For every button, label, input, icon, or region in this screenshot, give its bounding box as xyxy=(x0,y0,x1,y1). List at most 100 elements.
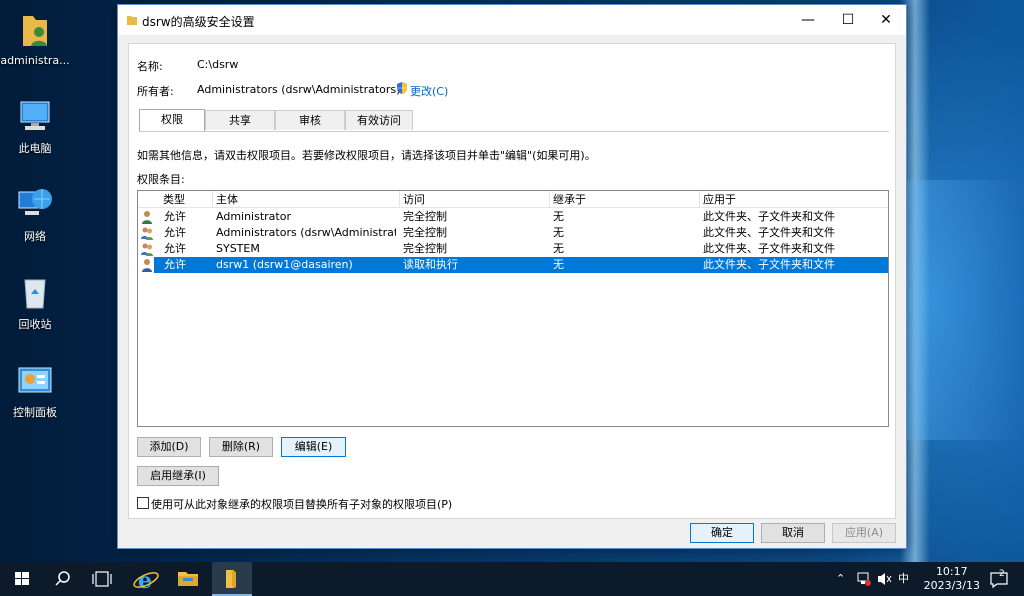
row-access: 完全控制 xyxy=(403,210,447,223)
action-center-button[interactable]: 2 xyxy=(988,562,1012,596)
window-title: dsrw的高级安全设置 xyxy=(142,15,255,29)
change-owner-link[interactable]: 更改(C) xyxy=(410,83,448,99)
column-header-applies-to[interactable]: 应用于 xyxy=(700,191,888,208)
chevron-up-icon: ⌃ xyxy=(836,572,846,585)
close-button[interactable]: ✕ xyxy=(866,5,906,35)
taskbar-file-explorer[interactable] xyxy=(168,562,208,596)
control-panel-icon xyxy=(15,360,55,400)
desktop-icon-label: 回收站 xyxy=(18,318,52,331)
row-principal: dsrw1 (dsrw1@dasairen) xyxy=(216,258,353,271)
desktop-icon-administrator[interactable]: administra... xyxy=(0,10,70,67)
recycle-bin-icon xyxy=(15,272,55,312)
computer-icon xyxy=(15,96,55,136)
tab-auditing[interactable]: 审核 xyxy=(275,110,345,130)
clock-time: 10:17 xyxy=(935,565,968,578)
name-value: C:\dsrw xyxy=(197,58,239,71)
ok-button[interactable]: 确定 xyxy=(690,523,754,543)
network-status-button[interactable] xyxy=(856,562,872,596)
row-principal: SYSTEM xyxy=(216,242,260,255)
table-row[interactable]: 允许 Administrator 完全控制 无 此文件夹、子文件夹和文件 xyxy=(138,209,888,225)
table-row-selected[interactable]: 允许 dsrw1 (dsrw1@dasairen) 读取和执行 无 此文件夹、子… xyxy=(154,257,888,273)
row-access: 完全控制 xyxy=(403,226,447,239)
dialog-content: 名称: C:\dsrw 所有者: Administrators (dsrw\Ad… xyxy=(128,43,896,519)
network-icon xyxy=(15,184,55,224)
speaker-muted-icon xyxy=(878,573,892,585)
cancel-button[interactable]: 取消 xyxy=(761,523,825,543)
owner-label: 所有者: xyxy=(137,85,174,98)
add-button[interactable]: 添加(D) xyxy=(137,437,201,457)
network-status-icon xyxy=(857,572,871,586)
apply-button[interactable]: 应用(A) xyxy=(832,523,896,543)
tab-divider xyxy=(139,131,889,133)
entries-label: 权限条目: xyxy=(137,173,185,186)
replace-child-permissions-checkbox[interactable] xyxy=(137,497,149,509)
title-bar[interactable]: dsrw的高级安全设置 — ☐ ✕ xyxy=(118,5,906,35)
svg-text:e: e xyxy=(138,568,152,594)
info-text: 如需其他信息，请双击权限项目。若要修改权限项目，请选择该项目并单击"编辑"(如果… xyxy=(137,149,596,162)
owner-value: Administrators (dsrw\Administrators) xyxy=(197,83,401,96)
group-icon xyxy=(141,226,153,240)
edit-button[interactable]: 编辑(E) xyxy=(281,437,346,457)
row-principal: Administrator xyxy=(216,210,291,223)
row-inherited: 无 xyxy=(553,242,564,255)
task-view-button[interactable] xyxy=(82,562,122,596)
column-header-inherited-from[interactable]: 继承于 xyxy=(550,191,700,208)
row-inherited: 无 xyxy=(553,210,564,223)
volume-button[interactable] xyxy=(876,562,892,596)
file-explorer-icon xyxy=(178,572,198,586)
desktop-icon-recycle-bin[interactable]: 回收站 xyxy=(0,272,70,332)
desktop-icon-control-panel[interactable]: 控制面板 xyxy=(0,360,70,420)
taskbar-security-dialog[interactable] xyxy=(212,562,252,596)
search-button[interactable] xyxy=(42,562,82,596)
notification-count: 2 xyxy=(999,569,1005,579)
close-icon: ✕ xyxy=(880,12,892,28)
user-folder-icon xyxy=(15,10,55,50)
start-button[interactable] xyxy=(2,562,42,596)
maximize-button[interactable]: ☐ xyxy=(828,5,868,35)
enable-inheritance-button[interactable]: 启用继承(I) xyxy=(137,466,219,486)
user-icon xyxy=(141,210,153,224)
desktop-icon-network[interactable]: 网络 xyxy=(0,184,70,244)
internet-explorer-icon: e xyxy=(133,568,159,594)
remove-button[interactable]: 删除(R) xyxy=(209,437,273,457)
name-label: 名称: xyxy=(137,60,163,73)
advanced-security-dialog: dsrw的高级安全设置 — ☐ ✕ 名称: C:\dsrw 所有者: Admin… xyxy=(117,4,907,549)
permission-entries-list[interactable]: 类型 主体 访问 继承于 应用于 允许 Administrator 完全控制 无… xyxy=(137,190,889,427)
desktop-icon-this-pc[interactable]: 此电脑 xyxy=(0,96,70,156)
task-view-icon xyxy=(92,571,112,587)
minimize-icon: — xyxy=(801,12,815,28)
taskbar-internet-explorer[interactable]: e xyxy=(126,562,166,596)
desktop-icon-label: 此电脑 xyxy=(18,142,52,155)
wallpaper-glow xyxy=(905,180,1024,440)
taskbar: e ⌃ 中 10:17 2023/3/13 2 xyxy=(0,562,1024,596)
row-inherited: 无 xyxy=(553,258,564,271)
row-applies-to: 此文件夹、子文件夹和文件 xyxy=(703,226,835,239)
row-principal: Administrators (dsrw\Administrat... xyxy=(216,226,396,239)
row-applies-to: 此文件夹、子文件夹和文件 xyxy=(703,210,835,223)
desktop-icon-label: administra... xyxy=(0,54,70,67)
row-inherited: 无 xyxy=(553,226,564,239)
table-row[interactable]: 允许 Administrators (dsrw\Administrat... 完… xyxy=(138,225,888,241)
group-icon xyxy=(141,242,153,256)
column-header-type[interactable]: 类型 xyxy=(160,191,213,208)
minimize-button[interactable]: — xyxy=(788,5,828,35)
row-type: 允许 xyxy=(164,210,186,223)
tab-effective-access[interactable]: 有效访问 xyxy=(345,110,413,130)
column-header-access[interactable]: 访问 xyxy=(400,191,550,208)
row-type: 允许 xyxy=(164,242,186,255)
folder-icon xyxy=(226,570,236,588)
clock[interactable]: 10:17 2023/3/13 xyxy=(924,565,980,593)
uac-shield-icon xyxy=(395,81,409,95)
row-applies-to: 此文件夹、子文件夹和文件 xyxy=(703,258,835,271)
folder-icon xyxy=(126,14,138,26)
desktop-icon-label: 网络 xyxy=(24,230,46,243)
list-header: 类型 主体 访问 继承于 应用于 xyxy=(138,191,888,208)
replace-child-permissions-label: 使用可从此对象继承的权限项目替换所有子对象的权限项目(P) xyxy=(151,498,453,511)
input-method-indicator[interactable]: 中 xyxy=(898,562,909,596)
show-hidden-icons-button[interactable]: ⌃ xyxy=(836,562,845,596)
column-header-principal[interactable]: 主体 xyxy=(213,191,400,208)
table-row[interactable]: 允许 SYSTEM 完全控制 无 此文件夹、子文件夹和文件 xyxy=(138,241,888,257)
desktop-icon-label: 控制面板 xyxy=(13,406,57,419)
tab-share[interactable]: 共享 xyxy=(205,110,275,130)
tab-permissions[interactable]: 权限 xyxy=(139,109,205,131)
